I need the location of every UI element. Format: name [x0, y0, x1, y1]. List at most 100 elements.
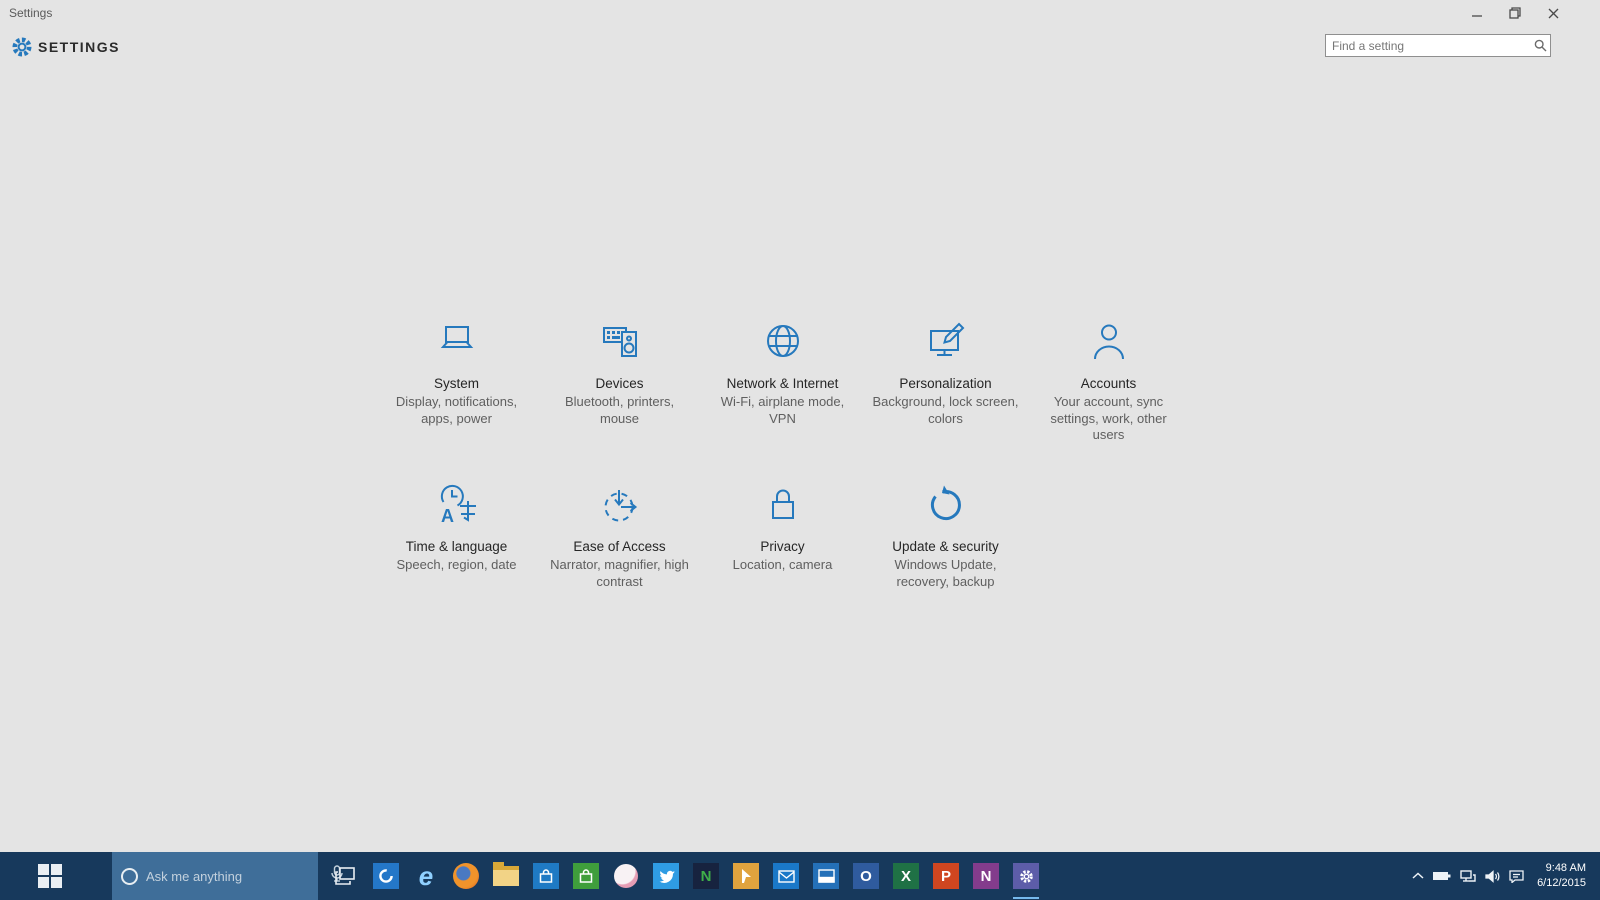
tile-subtitle: Background, lock screen, colors	[870, 394, 1021, 427]
tile-update-security[interactable]: Update & security Windows Update, recove…	[864, 481, 1027, 644]
tile-subtitle: Display, notifications, apps, power	[381, 394, 532, 427]
store-beta-icon	[573, 863, 599, 889]
store-icon	[533, 863, 559, 889]
mail-icon	[773, 863, 799, 889]
page-title: SETTINGS	[38, 39, 120, 55]
time-language-clock-icon: A	[433, 481, 481, 529]
tile-title: Update & security	[892, 539, 999, 554]
taskbar-app-fresh-paint[interactable]	[606, 852, 646, 900]
cortana-search-bar[interactable]	[112, 852, 318, 900]
close-icon	[1548, 8, 1559, 19]
settings-gear-icon	[10, 35, 34, 64]
netflix-icon: N	[693, 863, 719, 889]
file-explorer-icon	[493, 866, 519, 886]
tile-title: Accounts	[1081, 376, 1137, 391]
tile-subtitle: Speech, region, date	[397, 557, 517, 574]
ease-of-access-icon	[596, 481, 644, 529]
taskbar-app-settings-active[interactable]	[1006, 852, 1046, 900]
settings-tiles-grid: System Display, notifications, apps, pow…	[375, 318, 1195, 644]
task-view-icon	[334, 865, 358, 887]
find-setting-searchbox[interactable]	[1325, 34, 1551, 57]
taskbar-app-mail[interactable]	[766, 852, 806, 900]
minimize-icon	[1472, 8, 1483, 19]
taskbar-app-file-explorer[interactable]	[486, 852, 526, 900]
tile-accounts[interactable]: Accounts Your account, sync settings, wo…	[1027, 318, 1190, 481]
personalization-monitor-pen-icon	[922, 318, 970, 366]
taskbar: e	[0, 852, 1600, 900]
cortana-icon	[121, 868, 138, 885]
battery-icon[interactable]	[1433, 871, 1451, 881]
action-center-icon[interactable]	[1509, 870, 1524, 883]
tile-title: Ease of Access	[573, 539, 665, 554]
tile-title: Personalization	[899, 376, 991, 391]
restore-icon	[1509, 7, 1521, 19]
taskbar-app-netflix[interactable]: N	[686, 852, 726, 900]
network-globe-icon	[759, 318, 807, 366]
tile-devices[interactable]: Devices Bluetooth, printers, mouse	[538, 318, 701, 481]
tile-ease-of-access[interactable]: Ease of Access Narrator, magnifier, high…	[538, 481, 701, 644]
taskbar-app-store-beta[interactable]	[566, 852, 606, 900]
taskbar-app-powerpoint[interactable]: P	[926, 852, 966, 900]
network-icon[interactable]	[1460, 870, 1476, 882]
taskbar-app-firefox[interactable]	[446, 852, 486, 900]
tile-title: Network & Internet	[727, 376, 839, 391]
find-setting-input[interactable]	[1326, 39, 1530, 53]
tray-time: 9:48 AM	[1537, 861, 1586, 876]
onenote-icon: N	[973, 863, 999, 889]
task-view-button[interactable]	[326, 852, 366, 900]
tile-privacy[interactable]: Privacy Location, camera	[701, 481, 864, 644]
edge-icon	[373, 863, 399, 889]
tile-time-language[interactable]: A Time & language Speech, region, date	[375, 481, 538, 644]
tile-personalization[interactable]: Personalization Background, lock screen,…	[864, 318, 1027, 481]
taskbar-app-excel[interactable]: X	[886, 852, 926, 900]
devices-keyboard-speaker-icon	[596, 318, 644, 366]
update-security-refresh-icon	[922, 481, 970, 529]
privacy-lock-icon	[759, 481, 807, 529]
system-tray: 9:48 AM 6/12/2015	[1412, 852, 1600, 900]
window-controls	[1458, 0, 1572, 26]
tile-network-internet[interactable]: Network & Internet Wi-Fi, airplane mode,…	[701, 318, 864, 481]
tile-system[interactable]: System Display, notifications, apps, pow…	[375, 318, 538, 481]
tile-title: System	[434, 376, 479, 391]
tray-clock[interactable]: 9:48 AM 6/12/2015	[1537, 861, 1586, 891]
settings-gear-taskbar-icon	[1013, 863, 1039, 889]
remote-desktop-icon	[813, 863, 839, 889]
taskbar-app-twitter[interactable]	[646, 852, 686, 900]
tile-title: Privacy	[760, 539, 804, 554]
twitter-icon	[653, 863, 679, 889]
powerpoint-icon: P	[933, 863, 959, 889]
system-laptop-icon	[433, 318, 481, 366]
taskbar-app-internet-explorer[interactable]: e	[406, 852, 446, 900]
tile-subtitle: Location, camera	[733, 557, 833, 574]
search-icon[interactable]	[1530, 39, 1550, 52]
taskbar-app-edge[interactable]	[366, 852, 406, 900]
restore-button[interactable]	[1496, 0, 1534, 26]
amber-app-icon	[733, 863, 759, 889]
taskbar-app-outlook[interactable]: O	[846, 852, 886, 900]
minimize-button[interactable]	[1458, 0, 1496, 26]
taskbar-app-store[interactable]	[526, 852, 566, 900]
volume-icon[interactable]	[1485, 870, 1500, 883]
cortana-search-input[interactable]	[138, 869, 330, 884]
tray-chevron-up-icon[interactable]	[1412, 872, 1424, 880]
windows-logo-icon	[38, 864, 62, 888]
close-button[interactable]	[1534, 0, 1572, 26]
taskbar-app-amber[interactable]	[726, 852, 766, 900]
internet-explorer-icon: e	[419, 863, 433, 889]
firefox-icon	[453, 863, 479, 889]
fresh-paint-icon	[614, 864, 638, 888]
tile-subtitle: Your account, sync settings, work, other…	[1033, 394, 1184, 444]
start-button[interactable]	[0, 852, 100, 900]
svg-text:A: A	[441, 506, 454, 526]
tile-subtitle: Windows Update, recovery, backup	[870, 557, 1021, 590]
excel-icon: X	[893, 863, 919, 889]
tile-title: Devices	[595, 376, 643, 391]
outlook-icon: O	[853, 863, 879, 889]
window-title: Settings	[9, 6, 52, 20]
taskbar-app-remote-desktop[interactable]	[806, 852, 846, 900]
tile-title: Time & language	[406, 539, 508, 554]
tile-subtitle: Bluetooth, printers, mouse	[544, 394, 695, 427]
taskbar-app-onenote[interactable]: N	[966, 852, 1006, 900]
tile-subtitle: Narrator, magnifier, high contrast	[544, 557, 695, 590]
accounts-person-icon	[1085, 318, 1133, 366]
